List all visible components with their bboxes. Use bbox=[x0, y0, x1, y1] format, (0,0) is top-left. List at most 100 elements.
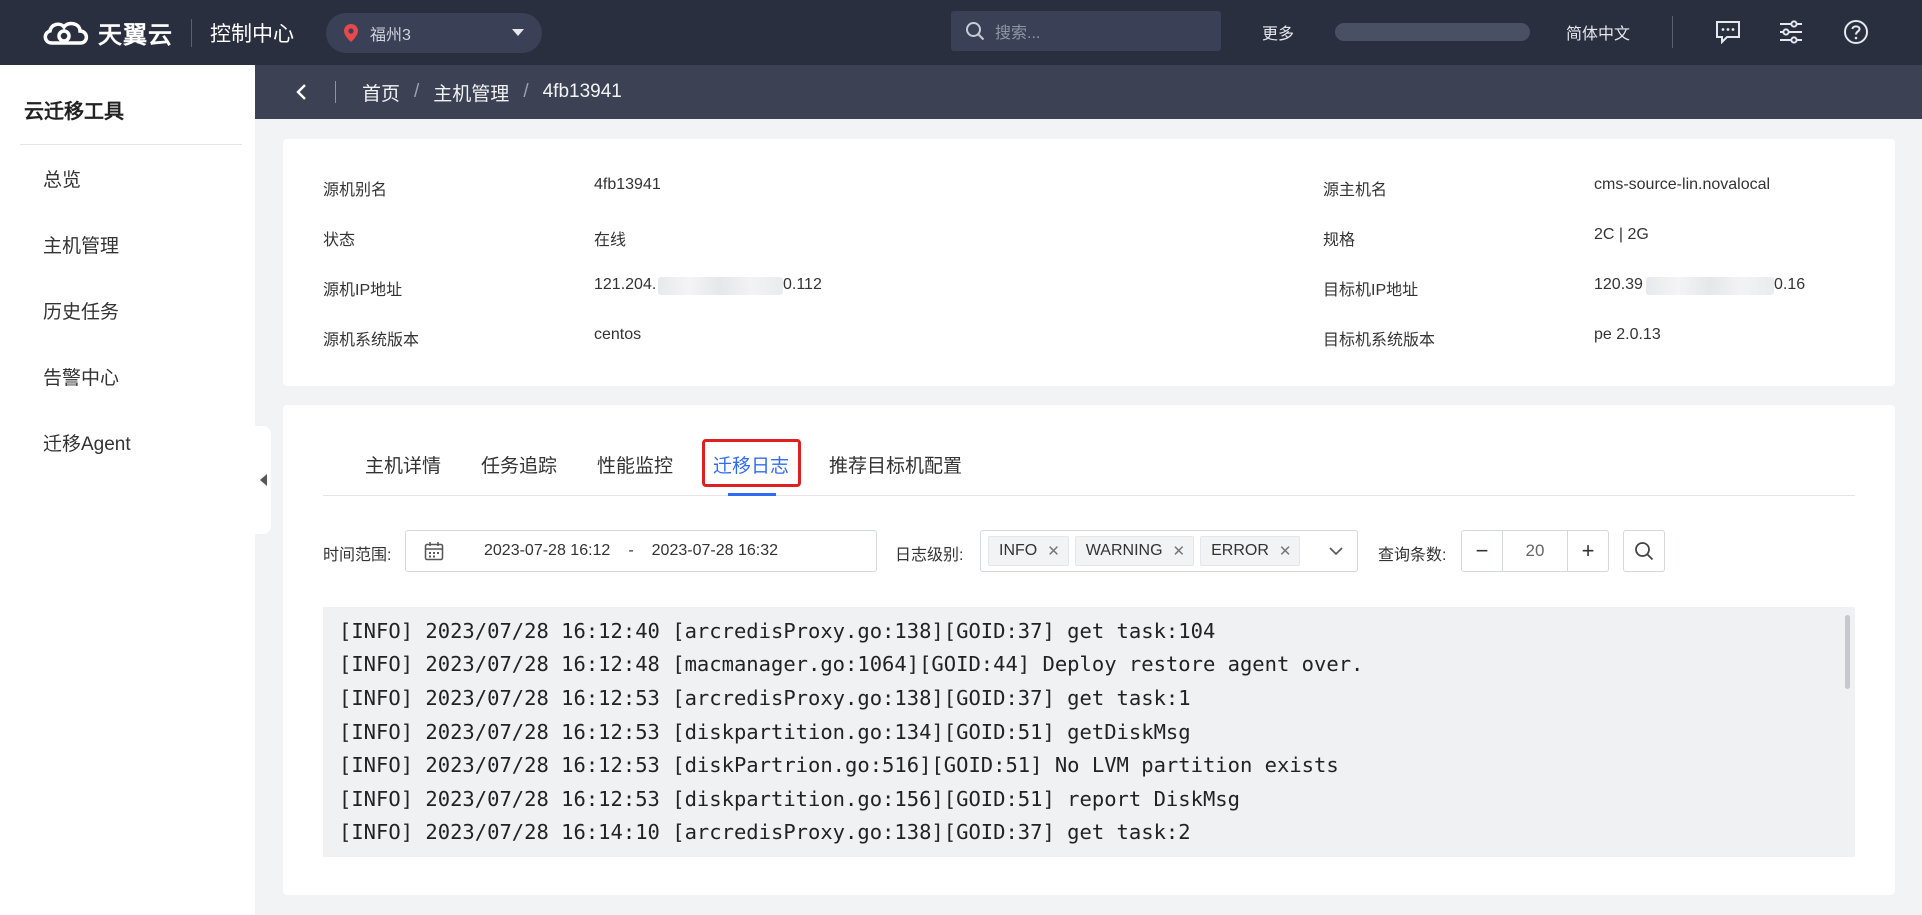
breadcrumb-home[interactable]: 首页 bbox=[362, 79, 400, 106]
label-source-alias: 源机别名 bbox=[323, 182, 388, 199]
redacted-ip-segment bbox=[1646, 277, 1774, 295]
label-status: 状态 bbox=[323, 232, 356, 249]
value-source-ip-suffix: 0.112 bbox=[783, 276, 822, 293]
value-source-ip-prefix: 121.204. bbox=[594, 276, 657, 293]
divider bbox=[20, 144, 242, 145]
query-count-stepper: − 20 + bbox=[1461, 530, 1609, 572]
log-level-tag-info: INFO ✕ bbox=[988, 536, 1069, 566]
settings-sliders-icon[interactable] bbox=[1777, 18, 1805, 46]
breadcrumb-current: 4fb13941 bbox=[542, 81, 622, 102]
value-source-alias: 4fb13941 bbox=[594, 176, 661, 193]
time-range-picker[interactable]: 2023-07-28 16:12 - 2023-07-28 16:32 bbox=[405, 530, 877, 572]
label-source-os: 源机系统版本 bbox=[323, 332, 420, 349]
time-range-end: 2023-07-28 16:32 bbox=[651, 542, 778, 559]
location-pin-icon bbox=[344, 23, 358, 42]
log-panel-card: 主机详情 任务追踪 性能监控 迁移日志 推荐目标机配置 时间范围: 2023-0… bbox=[283, 405, 1895, 895]
brand-name: 天翼云 bbox=[98, 22, 173, 49]
time-range-separator: - bbox=[628, 542, 634, 559]
tab-performance-monitor[interactable]: 性能监控 bbox=[597, 451, 673, 478]
label-source-hostname: 源主机名 bbox=[1323, 182, 1388, 199]
value-target-ip-suffix: 0.16 bbox=[1774, 276, 1806, 293]
decrement-button[interactable]: − bbox=[1462, 531, 1502, 571]
calendar-icon bbox=[424, 542, 444, 561]
breadcrumb-host-management[interactable]: 主机管理 bbox=[433, 79, 509, 106]
help-icon[interactable] bbox=[1842, 18, 1870, 46]
sidebar-title: 云迁移工具 bbox=[24, 101, 124, 123]
label-target-os: 目标机系统版本 bbox=[1323, 332, 1436, 349]
log-scrollbar[interactable] bbox=[1845, 615, 1850, 689]
message-icon[interactable] bbox=[1714, 18, 1742, 46]
time-range-label: 时间范围: bbox=[323, 547, 392, 564]
search-icon bbox=[1635, 542, 1654, 561]
log-level-tag-warning: WARNING ✕ bbox=[1074, 536, 1195, 566]
value-source-os: centos bbox=[594, 326, 642, 343]
close-icon[interactable]: ✕ bbox=[1279, 542, 1292, 560]
label-source-ip: 源机IP地址 bbox=[323, 282, 403, 299]
divider bbox=[1672, 16, 1673, 48]
language-switch[interactable]: 简体中文 bbox=[1566, 20, 1630, 44]
chevron-down-icon bbox=[1329, 546, 1343, 555]
region-selector[interactable]: 福州3 bbox=[326, 12, 542, 53]
log-line: [INFO] 2023/07/28 16:12:53 [diskpartitio… bbox=[339, 720, 1191, 744]
back-arrow-icon[interactable] bbox=[295, 83, 307, 101]
sidebar-item-overview[interactable]: 总览 bbox=[43, 165, 81, 192]
log-line: [INFO] 2023/07/28 16:12:53 [diskpartitio… bbox=[339, 787, 1240, 811]
divider bbox=[191, 18, 192, 47]
sidebar-item-migration-agent[interactable]: 迁移Agent bbox=[43, 429, 131, 456]
more-menu[interactable]: 更多 bbox=[1262, 20, 1294, 44]
log-level-label: 日志级别: bbox=[895, 547, 964, 564]
log-line: [INFO] 2023/07/28 16:14:10 [arcredisProx… bbox=[339, 820, 1191, 844]
sidebar-collapse-toggle[interactable] bbox=[255, 426, 271, 534]
breadcrumb: 首页 / 主机管理 / 4fb13941 bbox=[255, 65, 1922, 119]
tab-migration-logs[interactable]: 迁移日志 bbox=[713, 451, 789, 478]
breadcrumb-separator: / bbox=[414, 81, 420, 102]
sidebar-item-history-tasks[interactable]: 历史任务 bbox=[43, 297, 119, 324]
cloud-logo-icon bbox=[43, 21, 89, 45]
log-line: [INFO] 2023/07/28 16:12:48 [macmanager.g… bbox=[339, 652, 1364, 676]
label-spec: 规格 bbox=[1323, 232, 1356, 249]
chevron-down-icon bbox=[512, 28, 524, 36]
tab-host-details[interactable]: 主机详情 bbox=[365, 451, 441, 478]
log-line: [INFO] 2023/07/28 16:12:53 [diskPartrion… bbox=[339, 753, 1339, 777]
search-placeholder: 搜索... bbox=[995, 25, 1041, 42]
top-navbar: 天翼云 控制中心 福州3 搜索... 更多 简体中文 bbox=[0, 0, 1922, 65]
log-level-select[interactable]: INFO ✕ WARNING ✕ ERROR ✕ bbox=[980, 530, 1358, 572]
active-tab-indicator bbox=[728, 493, 776, 496]
query-search-button[interactable] bbox=[1623, 530, 1665, 572]
collapse-arrow-icon bbox=[259, 474, 267, 486]
breadcrumb-separator: / bbox=[523, 81, 529, 102]
increment-button[interactable]: + bbox=[1568, 531, 1608, 571]
tab-task-tracking[interactable]: 任务追踪 bbox=[481, 451, 557, 478]
redacted-ip-segment bbox=[658, 277, 783, 295]
brand-logo[interactable]: 天翼云 bbox=[40, 15, 173, 50]
console-title[interactable]: 控制中心 bbox=[210, 18, 294, 48]
sidebar-item-alert-center[interactable]: 告警中心 bbox=[43, 363, 119, 390]
divider bbox=[335, 81, 336, 103]
account-name-redacted[interactable] bbox=[1335, 23, 1530, 41]
log-line: [INFO] 2023/07/28 16:12:40 [arcredisProx… bbox=[339, 619, 1216, 643]
query-count-label: 查询条数: bbox=[1378, 547, 1447, 564]
log-output[interactable]: [INFO] 2023/07/28 16:12:40 [arcredisProx… bbox=[323, 607, 1855, 857]
search-icon bbox=[966, 22, 985, 41]
value-source-hostname: cms-source-lin.novalocal bbox=[1594, 176, 1771, 193]
log-line: [INFO] 2023/07/28 16:12:53 [arcredisProx… bbox=[339, 686, 1191, 710]
value-target-ip-prefix: 120.39 bbox=[1594, 276, 1643, 293]
close-icon[interactable]: ✕ bbox=[1047, 542, 1060, 560]
host-info-card: 源机别名 4fb13941 源主机名 cms-source-lin.novalo… bbox=[283, 139, 1895, 386]
tag-label: ERROR bbox=[1211, 542, 1269, 559]
tab-recommended-target-config[interactable]: 推荐目标机配置 bbox=[829, 451, 962, 478]
global-search-input[interactable]: 搜索... bbox=[951, 11, 1221, 51]
tag-label: WARNING bbox=[1085, 542, 1163, 559]
log-level-tag-error: ERROR ✕ bbox=[1200, 536, 1301, 566]
sidebar-item-host-management[interactable]: 主机管理 bbox=[43, 231, 119, 258]
region-name: 福州3 bbox=[370, 26, 411, 44]
query-count-input[interactable]: 20 bbox=[1502, 531, 1568, 571]
label-target-ip: 目标机IP地址 bbox=[1323, 282, 1419, 299]
time-range-start: 2023-07-28 16:12 bbox=[484, 542, 611, 559]
tag-label: INFO bbox=[999, 542, 1038, 559]
tab-divider bbox=[323, 495, 1855, 496]
value-status: 在线 bbox=[594, 232, 627, 249]
sidebar: 云迁移工具 总览 主机管理 历史任务 告警中心 迁移Agent bbox=[0, 65, 255, 915]
value-target-os: pe 2.0.13 bbox=[1594, 326, 1661, 343]
close-icon[interactable]: ✕ bbox=[1173, 542, 1186, 560]
